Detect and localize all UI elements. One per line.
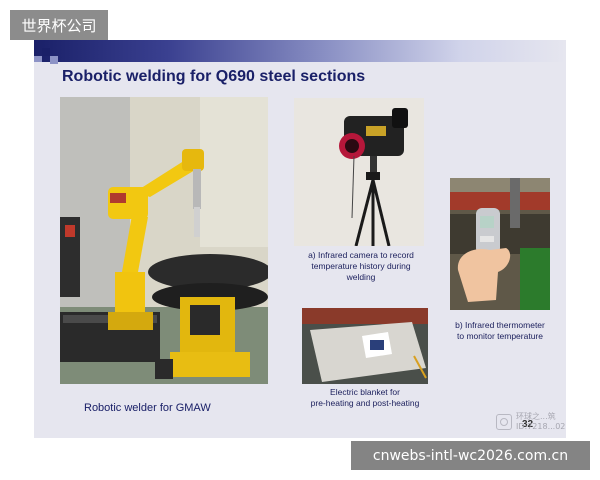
infrared-camera-caption: a) Infrared camera to record temperature… (296, 250, 426, 283)
header-square-decoration (42, 48, 50, 56)
caption-line: to monitor temperature (457, 331, 543, 341)
electric-blanket-photo (302, 308, 428, 384)
infrared-thermometer-illustration (450, 178, 550, 310)
header-square-decoration (34, 56, 42, 62)
slide-corner-watermark: 环球之...筑 ID:7218...02 (516, 412, 565, 432)
caption-line: welding (346, 272, 376, 282)
caption-line: b) Infrared thermometer (455, 320, 545, 330)
robot-welder-illustration (60, 97, 268, 384)
electric-blanket-illustration (302, 308, 428, 384)
infrared-thermometer-caption: b) Infrared thermometer to monitor tempe… (448, 320, 552, 342)
robot-welder-photo (60, 97, 268, 384)
slide-title: Robotic welding for Q690 steel sections (62, 68, 366, 85)
header-square-decoration (50, 56, 58, 64)
robot-welder-caption: Robotic welder for GMAW (84, 402, 211, 414)
watermark-line: 环球之...筑 (516, 412, 556, 421)
caption-line: pre-heating and post-heating (310, 398, 420, 408)
caption-line: a) Infrared camera to record (308, 250, 414, 260)
electric-blanket-caption: Electric blanket for pre-heating and pos… (300, 387, 430, 409)
infrared-camera-illustration (294, 98, 424, 246)
site-url-watermark[interactable]: cnwebs-intl-wc2026.com.cn (351, 441, 590, 470)
infrared-camera-photo (294, 98, 424, 246)
camera-logo-icon (496, 414, 512, 430)
infrared-thermometer-photo (450, 178, 550, 310)
caption-line: temperature history during (311, 261, 411, 271)
slide-header-band (34, 40, 566, 62)
watermark-line: ID:7218...02 (516, 422, 566, 431)
caption-line: Electric blanket for (330, 387, 400, 397)
presentation-slide: Robotic welding for Q690 steel sections (34, 40, 566, 438)
site-watermark-badge: 世界杯公司 (10, 10, 108, 40)
